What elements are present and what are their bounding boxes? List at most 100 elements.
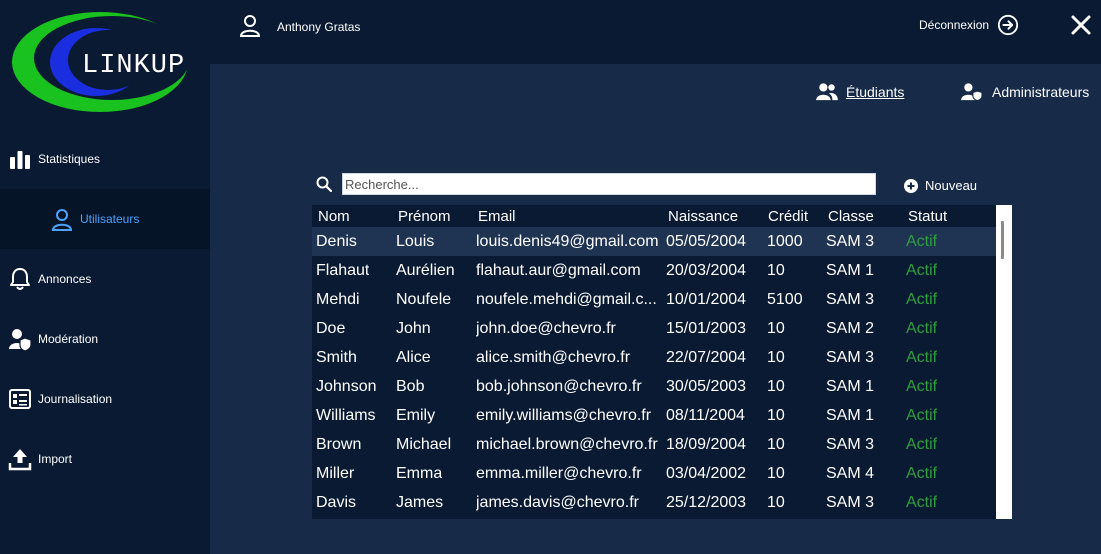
cell-prenom: Alice	[396, 349, 431, 366]
cell-naissance: 10/01/2004	[666, 291, 747, 308]
cell-email: louis.denis49@gmail.com	[476, 233, 659, 250]
new-button[interactable]: Nouveau	[904, 178, 977, 193]
table-row[interactable]: Flahaut Aurélien flahaut.aur@gmail.com 20/0…	[312, 256, 996, 285]
column-header-naissance[interactable]: Naissance	[668, 208, 738, 225]
cell-statut: Actif	[906, 262, 938, 279]
linkup-logo: LINKUP	[0, 0, 210, 125]
table-header: Nom Prénom Email Naissance Crédit Classe…	[312, 205, 996, 227]
new-button-label: Nouveau	[925, 178, 978, 193]
sidebar: LINKUP Statistiques Utilisateurs Annonce…	[0, 0, 210, 554]
cell-prenom: Michael	[396, 436, 452, 453]
cell-naissance: 15/01/2003	[666, 320, 747, 337]
scrollbar-thumb[interactable]	[1001, 221, 1004, 259]
cell-statut: Actif	[906, 494, 938, 511]
close-icon[interactable]	[1070, 14, 1092, 36]
user-icon	[239, 15, 261, 37]
cell-credit: 10	[767, 465, 785, 482]
logout-label: Déconnexion	[919, 18, 990, 32]
column-header-credit[interactable]: Crédit	[768, 208, 808, 225]
cell-credit: 10	[767, 262, 785, 279]
cell-nom: Smith	[316, 349, 357, 366]
sidebar-item-moderation[interactable]: Modération	[0, 309, 210, 369]
column-header-nom[interactable]: Nom	[318, 208, 350, 225]
sidebar-item-label: Import	[38, 452, 73, 466]
user-shield-icon	[961, 83, 983, 102]
sidebar-item-import[interactable]: Import	[0, 429, 210, 489]
column-header-statut[interactable]: Statut	[908, 208, 947, 225]
table-row[interactable]: Doe John john.doe@chevro.fr 15/01/2003 10 SAM…	[312, 314, 996, 343]
cell-classe: SAM 3	[826, 233, 875, 250]
cell-statut: Actif	[906, 320, 938, 337]
tab-etudiants[interactable]: Étudiants	[816, 82, 904, 102]
table-row[interactable]: Brown Michael michael.brown@chevro.fr 18/09…	[312, 430, 996, 459]
cell-classe: SAM 4	[826, 465, 875, 482]
cell-statut: Actif	[906, 233, 938, 250]
cell-prenom: Aurélien	[396, 262, 455, 279]
users-icon	[816, 83, 838, 101]
cell-classe: SAM 3	[826, 494, 875, 511]
cell-nom: Brown	[316, 436, 362, 453]
user-shield-icon	[9, 329, 32, 351]
cell-nom: Flahaut	[316, 262, 370, 279]
sidebar-item-label: Statistiques	[38, 152, 101, 166]
cell-naissance: 03/04/2002	[666, 465, 747, 482]
table-row[interactable]: Johnson Bob bob.johnson@chevro.fr 30/05/200…	[312, 372, 996, 401]
table-body: Denis Louis louis.denis49@gmail.com 05/05/2…	[312, 227, 996, 517]
cell-statut: Actif	[906, 291, 938, 308]
table-row[interactable]: Denis Louis louis.denis49@gmail.com 05/05/2…	[312, 227, 996, 256]
cell-email: bob.johnson@chevro.fr	[476, 378, 642, 395]
search-input[interactable]	[342, 173, 876, 195]
cell-naissance: 08/11/2004	[666, 407, 745, 424]
user-icon	[51, 209, 73, 231]
cell-email: emma.miller@chevro.fr	[476, 465, 642, 482]
column-header-prenom[interactable]: Prénom	[398, 208, 451, 225]
sidebar-item-label: Modération	[38, 332, 99, 346]
cell-statut: Actif	[906, 436, 938, 453]
logout-button[interactable]: Déconnexion	[919, 14, 1019, 36]
table-row[interactable]: Mehdi Noufele noufele.mehdi@gmail.c... 10/0…	[312, 285, 996, 314]
upload-icon	[8, 449, 32, 471]
cell-nom: Miller	[316, 465, 355, 482]
cell-credit: 10	[767, 378, 785, 395]
cell-nom: Davis	[316, 494, 357, 511]
cell-classe: SAM 1	[826, 262, 875, 279]
cell-classe: SAM 3	[826, 349, 875, 366]
column-header-email[interactable]: Email	[478, 208, 516, 225]
tab-administrateurs[interactable]: Administrateurs	[960, 82, 1089, 102]
cell-naissance: 20/03/2004	[666, 262, 747, 279]
table-row[interactable]: Smith Alice alice.smith@chevro.fr 22/07/200…	[312, 343, 996, 372]
column-header-classe[interactable]: Classe	[828, 208, 874, 225]
table-row[interactable]: Davis James james.davis@chevro.fr 25/12/200…	[312, 488, 996, 517]
cell-prenom: Noufele	[396, 291, 452, 308]
cell-email: flahaut.aur@gmail.com	[476, 262, 641, 279]
cell-credit: 10	[767, 436, 785, 453]
cell-credit: 1000	[767, 233, 803, 250]
cell-naissance: 18/09/2004	[666, 436, 747, 453]
cell-statut: Actif	[906, 378, 938, 395]
tab-label: Étudiants	[846, 84, 905, 100]
cell-classe: SAM 2	[826, 320, 875, 337]
table-row[interactable]: Williams Emily emily.williams@chevro.fr 08/…	[312, 401, 996, 430]
cell-email: noufele.mehdi@gmail.c...	[476, 291, 657, 308]
cell-statut: Actif	[906, 465, 938, 482]
cell-prenom: Emily	[396, 407, 436, 424]
cell-naissance: 30/05/2003	[666, 378, 747, 395]
sidebar-item-utilisateurs[interactable]: Utilisateurs	[0, 189, 210, 249]
sidebar-item-statistiques[interactable]: Statistiques	[0, 129, 210, 189]
sidebar-item-label: Utilisateurs	[80, 212, 140, 226]
cell-credit: 5100	[767, 291, 803, 308]
search-icon	[316, 176, 332, 192]
cell-prenom: John	[396, 320, 431, 337]
cell-email: emily.williams@chevro.fr	[476, 407, 652, 424]
cell-nom: Denis	[316, 233, 357, 250]
table-row[interactable]: Miller Emma emma.miller@chevro.fr 03/04/200…	[312, 459, 996, 488]
cell-naissance: 25/12/2003	[666, 494, 747, 511]
cell-nom: Johnson	[316, 378, 377, 395]
cell-statut: Actif	[906, 407, 938, 424]
plus-circle-icon	[904, 178, 918, 193]
sidebar-item-annonces[interactable]: Annonces	[0, 249, 210, 309]
vertical-scrollbar[interactable]	[996, 205, 1012, 519]
sidebar-item-journalisation[interactable]: Journalisation	[0, 369, 210, 429]
cell-email: james.davis@chevro.fr	[476, 494, 639, 511]
cell-credit: 10	[767, 349, 785, 366]
